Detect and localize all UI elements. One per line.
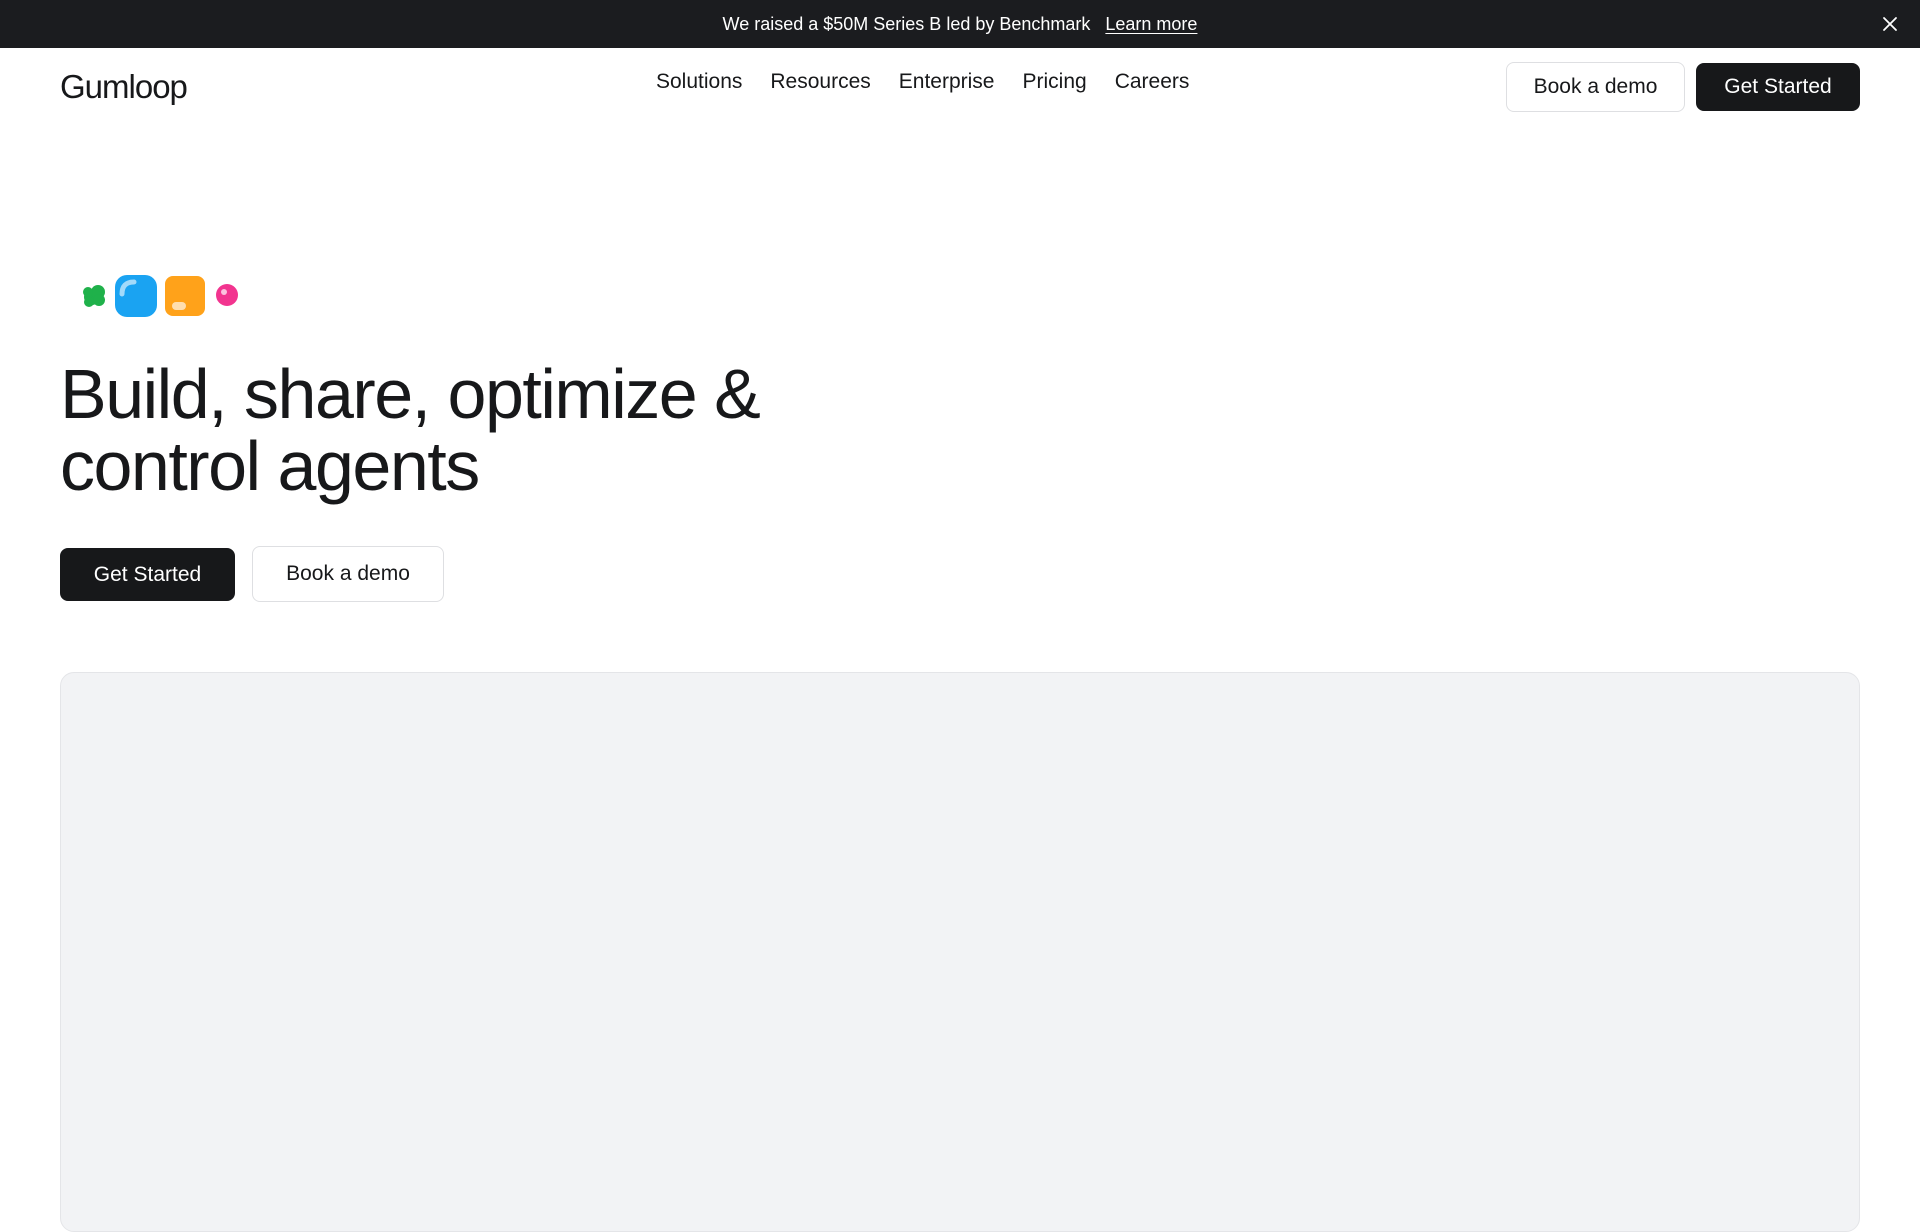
blue-square-icon — [115, 275, 157, 317]
nav-item-solutions[interactable]: Solutions — [656, 70, 742, 94]
product-preview-panel — [60, 672, 1860, 1232]
nav-item-pricing[interactable]: Pricing — [1023, 70, 1087, 94]
nav-links: Solutions Resources Enterprise Pricing C… — [656, 70, 1189, 94]
gumloop-logo[interactable]: Gumloop — [60, 68, 188, 106]
brand-shapes-icon — [83, 275, 238, 317]
nav-item-careers[interactable]: Careers — [1115, 70, 1190, 94]
learn-more-link[interactable]: Learn more — [1105, 14, 1197, 35]
close-announcement-button[interactable] — [1878, 12, 1902, 36]
announcement-bar: We raised a $50M Series B led by Benchma… — [0, 0, 1920, 48]
green-blob-icon — [83, 285, 105, 307]
hero-book-demo-button[interactable]: Book a demo — [252, 546, 444, 602]
top-navigation: Gumloop Solutions Resources Enterprise P… — [0, 48, 1920, 128]
hero-get-started-button[interactable]: Get Started — [60, 548, 235, 601]
header-get-started-button[interactable]: Get Started — [1696, 63, 1860, 111]
close-icon — [1883, 17, 1897, 31]
hero-title-line-2: control agents — [60, 427, 480, 505]
header-book-demo-button[interactable]: Book a demo — [1506, 62, 1685, 112]
pink-dot-icon — [216, 284, 238, 306]
announcement-text: We raised a $50M Series B led by Benchma… — [722, 13, 1091, 34]
nav-item-resources[interactable]: Resources — [770, 70, 870, 94]
hero-title-line-1: Build, share, optimize & — [60, 355, 761, 433]
orange-square-icon — [165, 276, 205, 316]
nav-item-enterprise[interactable]: Enterprise — [899, 70, 995, 94]
hero-title: Build, share, optimize & control agents — [60, 358, 880, 502]
